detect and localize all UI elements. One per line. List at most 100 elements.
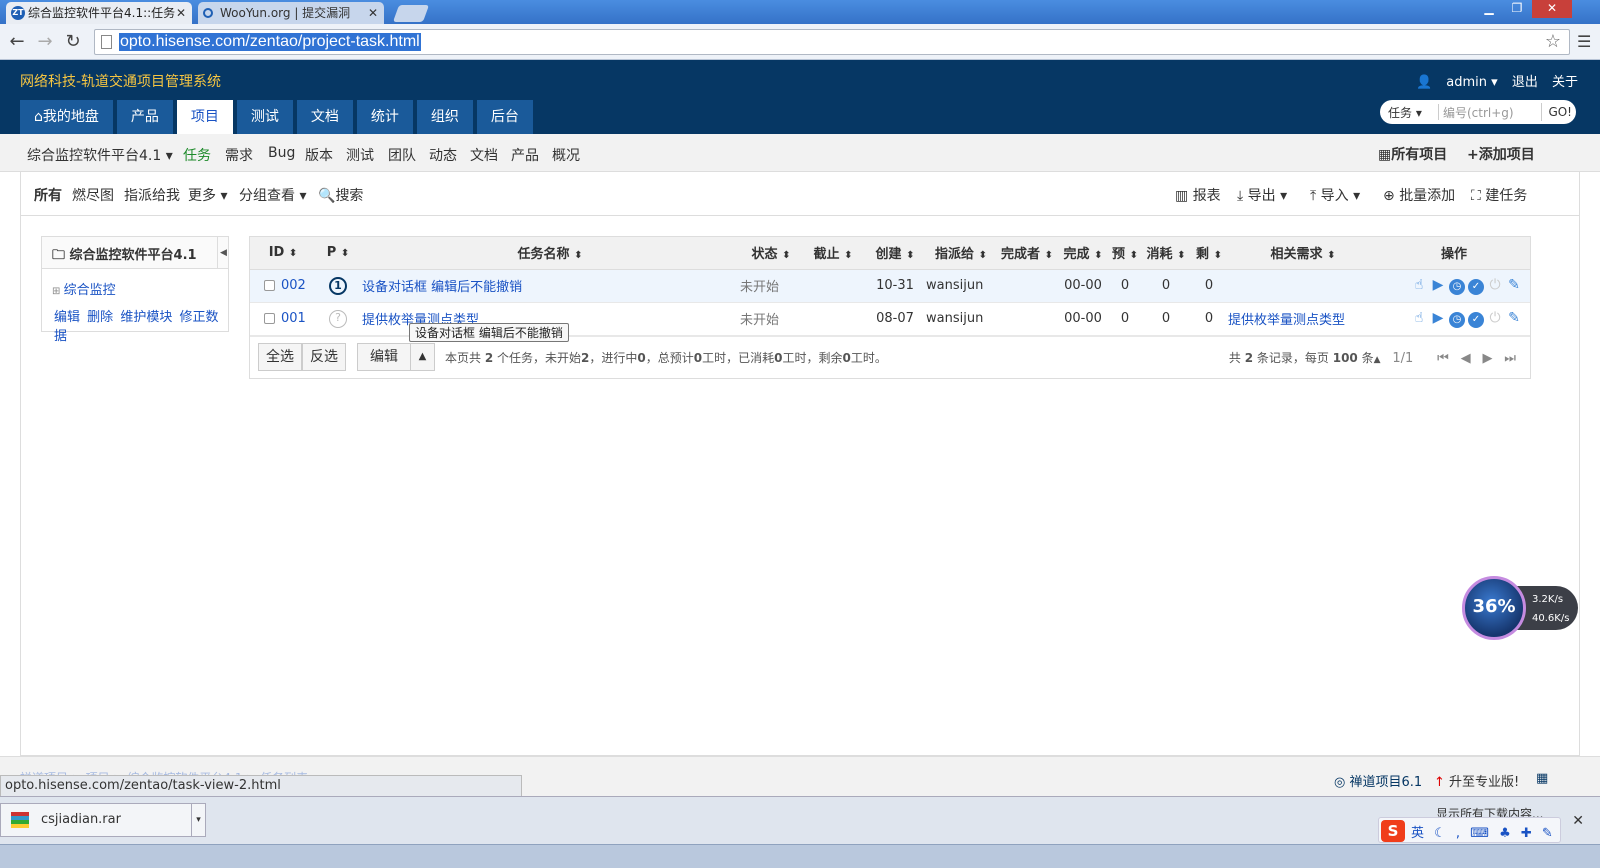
col-deadline[interactable]: 截止 ⬍ — [802, 237, 864, 270]
finish-icon[interactable]: ✓ — [1468, 278, 1484, 295]
close-window-icon[interactable]: ✕ — [1532, 0, 1572, 18]
qrcode-icon[interactable]: ▦ — [1536, 771, 1548, 786]
subnav-build[interactable]: 版本 — [305, 145, 333, 165]
search-toggle[interactable]: 🔍搜索 — [318, 185, 363, 205]
nav-qa[interactable]: 测试 — [236, 100, 293, 134]
reload-icon[interactable]: ↻ — [62, 31, 84, 52]
module-link[interactable]: 综合监控 — [64, 283, 116, 298]
edit-dropdown-caret[interactable]: ▲ — [410, 342, 435, 371]
collapse-sidebar-icon[interactable]: ◀ — [217, 237, 229, 269]
subnav-view[interactable]: 概况 — [552, 145, 580, 165]
forward-icon[interactable]: → — [34, 31, 56, 52]
subnav-team[interactable]: 团队 — [388, 145, 416, 165]
nav-product[interactable]: 产品 — [116, 100, 173, 134]
col-id[interactable]: ID ⬍ — [250, 237, 316, 270]
nav-admin[interactable]: 后台 — [476, 100, 533, 134]
back-icon[interactable]: ← — [6, 31, 28, 52]
burndown-link[interactable]: 燃尽图 — [72, 185, 114, 205]
url-text[interactable]: opto.hisense.com/zentao/project-task.htm… — [119, 33, 421, 51]
assigned-to-me-link[interactable]: 指派给我 — [124, 185, 180, 205]
import-dropdown[interactable]: ⤒ 导入 ▾ — [1310, 185, 1360, 205]
batch-add-button[interactable]: ⊕ 批量添加 — [1383, 185, 1455, 205]
first-page-icon[interactable]: ⏮ — [1437, 351, 1449, 366]
close-downloads-icon[interactable]: ✕ — [1572, 813, 1584, 829]
search-go-button[interactable]: GO! — [1541, 103, 1572, 121]
record-time-icon[interactable]: ◷ — [1449, 278, 1465, 295]
nav-company[interactable]: 组织 — [416, 100, 473, 134]
col-consumed[interactable]: 消耗 ⬍ — [1142, 237, 1190, 270]
filter-all[interactable]: 所有 — [34, 185, 62, 205]
more-dropdown[interactable]: 更多 ▾ — [188, 185, 227, 205]
brand-title[interactable]: 网络科技-轨道交通项目管理系统 — [20, 71, 221, 91]
last-page-icon[interactable]: ⏭ — [1504, 351, 1516, 366]
subnav-bug[interactable]: Bug — [268, 145, 295, 161]
restore-icon[interactable]: ❐ — [1504, 0, 1530, 18]
about-link[interactable]: 关于 — [1552, 75, 1578, 90]
minimize-icon[interactable]: ▁ — [1476, 0, 1502, 18]
nav-project[interactable]: 项目 — [176, 100, 233, 134]
prev-page-icon[interactable]: ◀ — [1461, 351, 1471, 366]
invert-select-button[interactable]: 反选 — [302, 342, 346, 371]
project-switcher[interactable]: 综合监控软件平台4.1 ▾ — [27, 145, 173, 165]
subnav-dynamic[interactable]: 动态 — [429, 145, 457, 165]
task-id-link[interactable]: 001 — [281, 311, 306, 326]
add-project-link[interactable]: +添加项目 — [1467, 144, 1535, 164]
col-finished-by[interactable]: 完成者 ⬍ — [996, 237, 1058, 270]
speed-widget[interactable]: 3.2K/s 40.6K/s 36% — [1462, 576, 1582, 642]
download-item[interactable]: csjiadian.rar ▾ — [0, 803, 206, 837]
subnav-task[interactable]: 任务 — [183, 145, 211, 165]
search-input[interactable]: 编号(ctrl+g) — [1438, 104, 1536, 120]
edit-pencil-icon[interactable]: ✎ — [1506, 310, 1522, 326]
close-tab-icon[interactable]: ✕ — [176, 2, 186, 24]
ime-toolbar[interactable]: S 英 ☾ , ⌨ ♣ ✚ ✎ — [1378, 817, 1561, 843]
close-power-icon[interactable]: ⏻ — [1487, 310, 1503, 326]
row-checkbox[interactable] — [264, 280, 275, 291]
edit-pencil-icon[interactable]: ✎ — [1506, 277, 1522, 293]
task-name-link[interactable]: 设备对话框 编辑后不能撤销 — [362, 280, 522, 295]
close-power-icon[interactable]: ⏻ — [1487, 277, 1503, 293]
select-all-button[interactable]: 全选 — [258, 342, 302, 371]
logout-link[interactable]: 退出 — [1512, 75, 1538, 90]
next-page-icon[interactable]: ▶ — [1482, 351, 1492, 366]
subnav-test[interactable]: 测试 — [346, 145, 374, 165]
col-left[interactable]: 剩 ⬍ — [1190, 237, 1228, 270]
col-status[interactable]: 状态 ⬍ — [740, 237, 802, 270]
new-tab-button[interactable] — [392, 5, 430, 22]
row-checkbox[interactable] — [264, 313, 275, 324]
browser-menu-icon[interactable]: ☰ — [1577, 32, 1591, 51]
record-time-icon[interactable]: ◷ — [1449, 311, 1465, 328]
col-finished[interactable]: 完成 ⬍ — [1058, 237, 1108, 270]
nav-doc[interactable]: 文档 — [296, 100, 353, 134]
start-icon[interactable]: ▶ — [1430, 310, 1446, 326]
maintain-module-link[interactable]: 维护模块 — [120, 310, 172, 325]
search-type-select[interactable]: 任务 ▾ — [1388, 104, 1422, 121]
per-page-caret[interactable]: ▲ — [1374, 355, 1381, 365]
delete-link[interactable]: 删除 — [87, 310, 113, 325]
finish-icon[interactable]: ✓ — [1468, 311, 1484, 328]
subnav-story[interactable]: 需求 — [225, 145, 253, 165]
col-created[interactable]: 创建 ⬍ — [864, 237, 926, 270]
all-projects-link[interactable]: ▦所有项目 — [1378, 144, 1447, 164]
download-menu-caret[interactable]: ▾ — [191, 804, 205, 836]
zentao-version-link[interactable]: ◎ 禅道项目6.1 — [1334, 771, 1422, 790]
col-name[interactable]: 任务名称 ⬍ — [360, 237, 740, 270]
edit-link[interactable]: 编辑 — [54, 310, 80, 325]
export-dropdown[interactable]: ⤓ 导出 ▾ — [1237, 185, 1287, 205]
nav-report[interactable]: 统计 — [356, 100, 413, 134]
col-priority[interactable]: P ⬍ — [316, 237, 360, 270]
bookmark-star-icon[interactable]: ☆ — [1545, 31, 1561, 52]
create-task-button[interactable]: ⛶ 建任务 — [1471, 185, 1527, 205]
upgrade-link[interactable]: ↑ 升至专业版! — [1434, 771, 1519, 790]
col-estimate[interactable]: 预 ⬍ — [1108, 237, 1142, 270]
nav-my[interactable]: ⌂我的地盘 — [20, 100, 113, 134]
table-row[interactable]: 002 1 设备对话框 编辑后不能撤销 未开始 10-31 wansijun 0… — [250, 269, 1530, 303]
group-by-dropdown[interactable]: 分组查看 ▾ — [239, 185, 306, 205]
close-tab-icon[interactable]: ✕ — [368, 2, 378, 24]
story-link[interactable]: 提供枚举量测点类型 — [1228, 313, 1345, 328]
task-id-link[interactable]: 002 — [281, 278, 306, 293]
col-story[interactable]: 相关需求 ⬍ — [1228, 237, 1378, 270]
col-assigned[interactable]: 指派给 ⬍ — [926, 237, 996, 270]
user-dropdown[interactable]: 👤 admin ▾ — [1416, 75, 1498, 90]
subnav-doc[interactable]: 文档 — [470, 145, 498, 165]
expand-icon[interactable]: ⊞ — [52, 286, 64, 297]
